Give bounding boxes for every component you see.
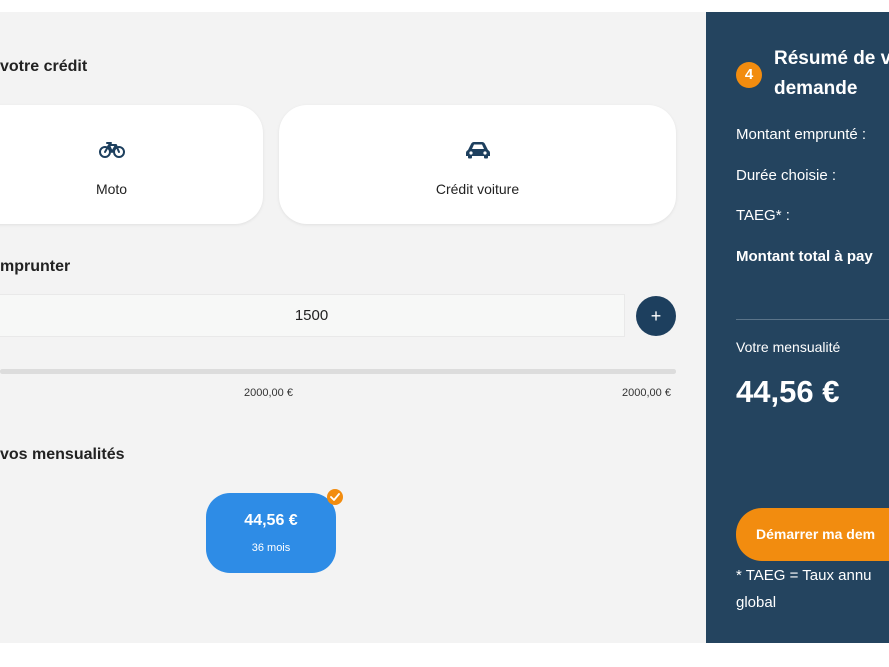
summary-row-duration: Durée choisie : xyxy=(736,167,837,184)
increase-amount-button[interactable]: + xyxy=(636,296,676,336)
start-request-button[interactable]: Démarrer ma dem xyxy=(736,508,889,561)
summary-row-taeg: TAEG* : xyxy=(736,207,790,224)
amount-slider-fill xyxy=(0,369,676,374)
summary-title: Résumé de v demande xyxy=(774,44,889,104)
slider-tick-label: 2000,00 € xyxy=(622,387,671,399)
step-number-badge: 4 xyxy=(736,62,762,88)
taeg-footnote-line: * TAEG = Taux annu xyxy=(736,567,872,584)
summary-divider xyxy=(736,319,889,320)
slider-tick-label: 2000,00 € xyxy=(244,387,293,399)
monthly-payment-label: Votre mensualité xyxy=(736,339,841,355)
car-icon xyxy=(465,142,490,159)
card-moto[interactable]: Moto xyxy=(0,105,263,224)
amount-input[interactable] xyxy=(0,294,625,337)
monthly-heading: vos mensualités xyxy=(0,446,125,463)
card-credit-voiture-label: Crédit voiture xyxy=(435,181,520,197)
monthly-option-amount: 44,56 € xyxy=(244,512,298,529)
monthly-option-36[interactable]: 44,56 € 36 mois xyxy=(206,493,336,573)
amount-heading: mprunter xyxy=(0,258,71,275)
card-credit-voiture[interactable]: Crédit voiture xyxy=(279,105,676,224)
summary-row-amount: Montant emprunté : xyxy=(736,126,867,143)
summary-title-line: demande xyxy=(774,78,858,99)
card-moto-label: Moto xyxy=(95,181,128,197)
summary-panel: 4 Résumé de v demande Montant emprunté :… xyxy=(706,12,889,643)
credit-type-heading: votre crédit xyxy=(0,58,88,75)
monthly-option-duration: 36 mois xyxy=(251,542,291,554)
summary-row-total: Montant total à pay xyxy=(736,248,873,265)
bicycle-icon xyxy=(98,142,125,158)
monthly-payment-value: 44,56 € xyxy=(736,374,840,409)
taeg-footnote-line: global xyxy=(736,594,777,611)
amount-slider[interactable] xyxy=(0,369,676,374)
summary-title-line: Résumé de v xyxy=(774,48,889,69)
taeg-footnote: * TAEG = Taux annu global xyxy=(736,562,889,616)
checkmark-icon xyxy=(327,489,343,505)
